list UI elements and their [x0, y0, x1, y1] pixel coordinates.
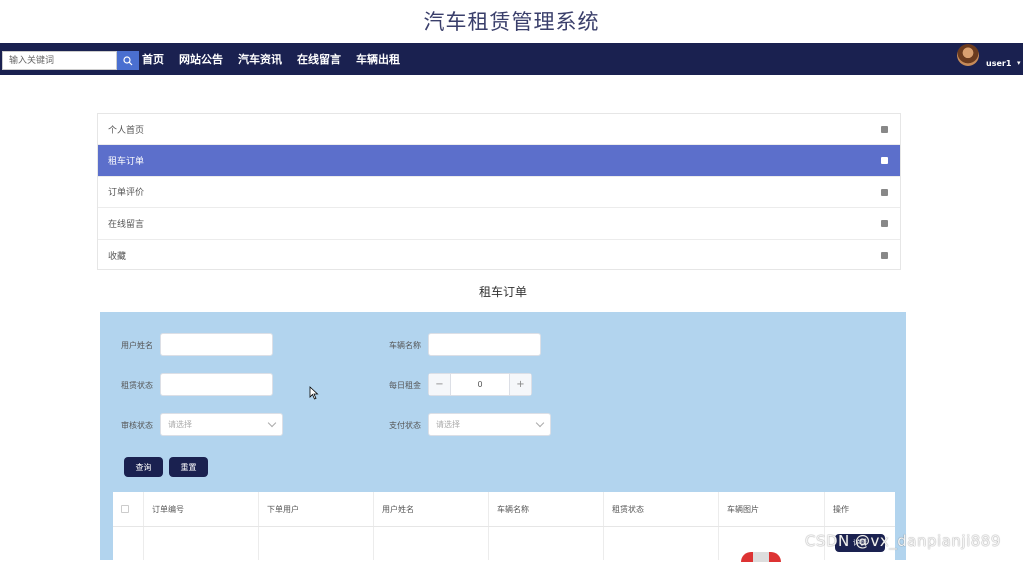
column-header[interactable]: 车辆名称: [489, 492, 604, 526]
nav-link-messages[interactable]: 在线留言: [297, 51, 341, 67]
home-icon: [881, 251, 888, 259]
car-image: [741, 552, 781, 562]
nav-link-announcements[interactable]: 网站公告: [179, 51, 223, 67]
decrement-button[interactable]: −: [429, 374, 451, 395]
daily-rent-label: 每日租金: [389, 381, 421, 390]
nav-link-home[interactable]: 首页: [142, 51, 164, 67]
table-cell: [374, 527, 489, 560]
select-all-cell: [113, 492, 144, 526]
menu-item-label: 租车订单: [108, 157, 145, 168]
side-menu: 个人首页 租车订单 订单评价 在线留言 收藏: [97, 113, 901, 270]
home-icon: [881, 188, 888, 196]
table-header: 订单编号 下单用户 用户姓名 车辆名称 租赁状态 车辆图片 操作: [113, 492, 895, 527]
nav-link-car-rental[interactable]: 车辆出租: [356, 51, 400, 67]
column-header[interactable]: 用户姓名: [374, 492, 489, 526]
search-button[interactable]: [117, 51, 139, 70]
menu-item-order-reviews[interactable]: 订单评价: [98, 177, 900, 209]
search-input[interactable]: [2, 51, 117, 70]
menu-item-label: 在线留言: [108, 219, 145, 230]
audit-status-label: 审核状态: [121, 421, 153, 430]
row-checkbox-cell: [113, 527, 144, 560]
user-name-label: 用户姓名: [121, 341, 153, 350]
user-name-input[interactable]: [160, 333, 273, 356]
home-icon: [881, 157, 888, 165]
daily-rent-value[interactable]: 0: [451, 374, 509, 395]
nav-links: 首页 网站公告 汽车资讯 在线留言 车辆出租: [142, 43, 415, 75]
rent-status-input[interactable]: [160, 373, 273, 396]
car-name-input[interactable]: [428, 333, 541, 356]
audit-status-placeholder: 请选择: [168, 420, 192, 429]
car-name-label: 车辆名称: [389, 341, 421, 350]
username[interactable]: user1: [986, 59, 1011, 68]
select-all-checkbox[interactable]: [121, 505, 129, 513]
pay-status-placeholder: 请选择: [436, 420, 460, 429]
home-icon: [881, 220, 888, 228]
site-title: 汽车租赁管理系统: [423, 10, 600, 34]
audit-status-select[interactable]: 请选择: [160, 413, 283, 436]
rent-status-label: 租赁状态: [121, 381, 153, 390]
avatar[interactable]: [957, 44, 979, 66]
daily-rent-stepper: − 0 +: [428, 373, 532, 396]
mouse-cursor-icon: [309, 386, 319, 400]
chevron-down-icon: [535, 418, 545, 428]
chevron-down-icon: [267, 418, 277, 428]
menu-item-favorites[interactable]: 收藏: [98, 240, 900, 271]
table-cell: [259, 527, 374, 560]
menu-item-messages[interactable]: 在线留言: [98, 208, 900, 240]
chevron-down-icon[interactable]: ▾: [1017, 59, 1021, 67]
query-button[interactable]: 查询: [124, 457, 163, 477]
watermark: CSDN @vx_danpianji889: [805, 532, 1001, 550]
column-header[interactable]: 下单用户: [259, 492, 374, 526]
top-navbar: 首页 网站公告 汽车资讯 在线留言 车辆出租 user1 ▾: [0, 43, 1023, 75]
column-header[interactable]: 车辆图片: [719, 492, 825, 526]
search-icon: [123, 55, 133, 65]
menu-item-label: 订单评价: [108, 188, 145, 199]
nav-link-car-news[interactable]: 汽车资讯: [238, 51, 282, 67]
search-panel: 用户姓名 车辆名称 租赁状态 每日租金 − 0 + 审核状态 请选择 支付状态 …: [100, 312, 906, 562]
reset-button[interactable]: 重置: [169, 457, 208, 477]
pay-status-label: 支付状态: [389, 421, 421, 430]
menu-item-label: 收藏: [108, 251, 127, 262]
home-icon: [881, 126, 888, 133]
table-cell: [144, 527, 259, 560]
table-cell: [489, 527, 604, 560]
section-title: 租车订单: [478, 285, 527, 299]
table-cell: [604, 527, 719, 560]
column-header[interactable]: 租赁状态: [604, 492, 719, 526]
orders-table: 订单编号 下单用户 用户姓名 车辆名称 租赁状态 车辆图片 操作 详情: [113, 492, 895, 562]
increment-button[interactable]: +: [509, 374, 531, 395]
menu-item-label: 个人首页: [108, 125, 145, 136]
column-header: 操作: [833, 504, 849, 514]
pay-status-select[interactable]: 请选择: [428, 413, 551, 436]
menu-item-rental-orders[interactable]: 租车订单: [98, 145, 900, 177]
column-header[interactable]: 订单编号: [144, 492, 259, 526]
menu-item-profile[interactable]: 个人首页: [98, 114, 900, 146]
